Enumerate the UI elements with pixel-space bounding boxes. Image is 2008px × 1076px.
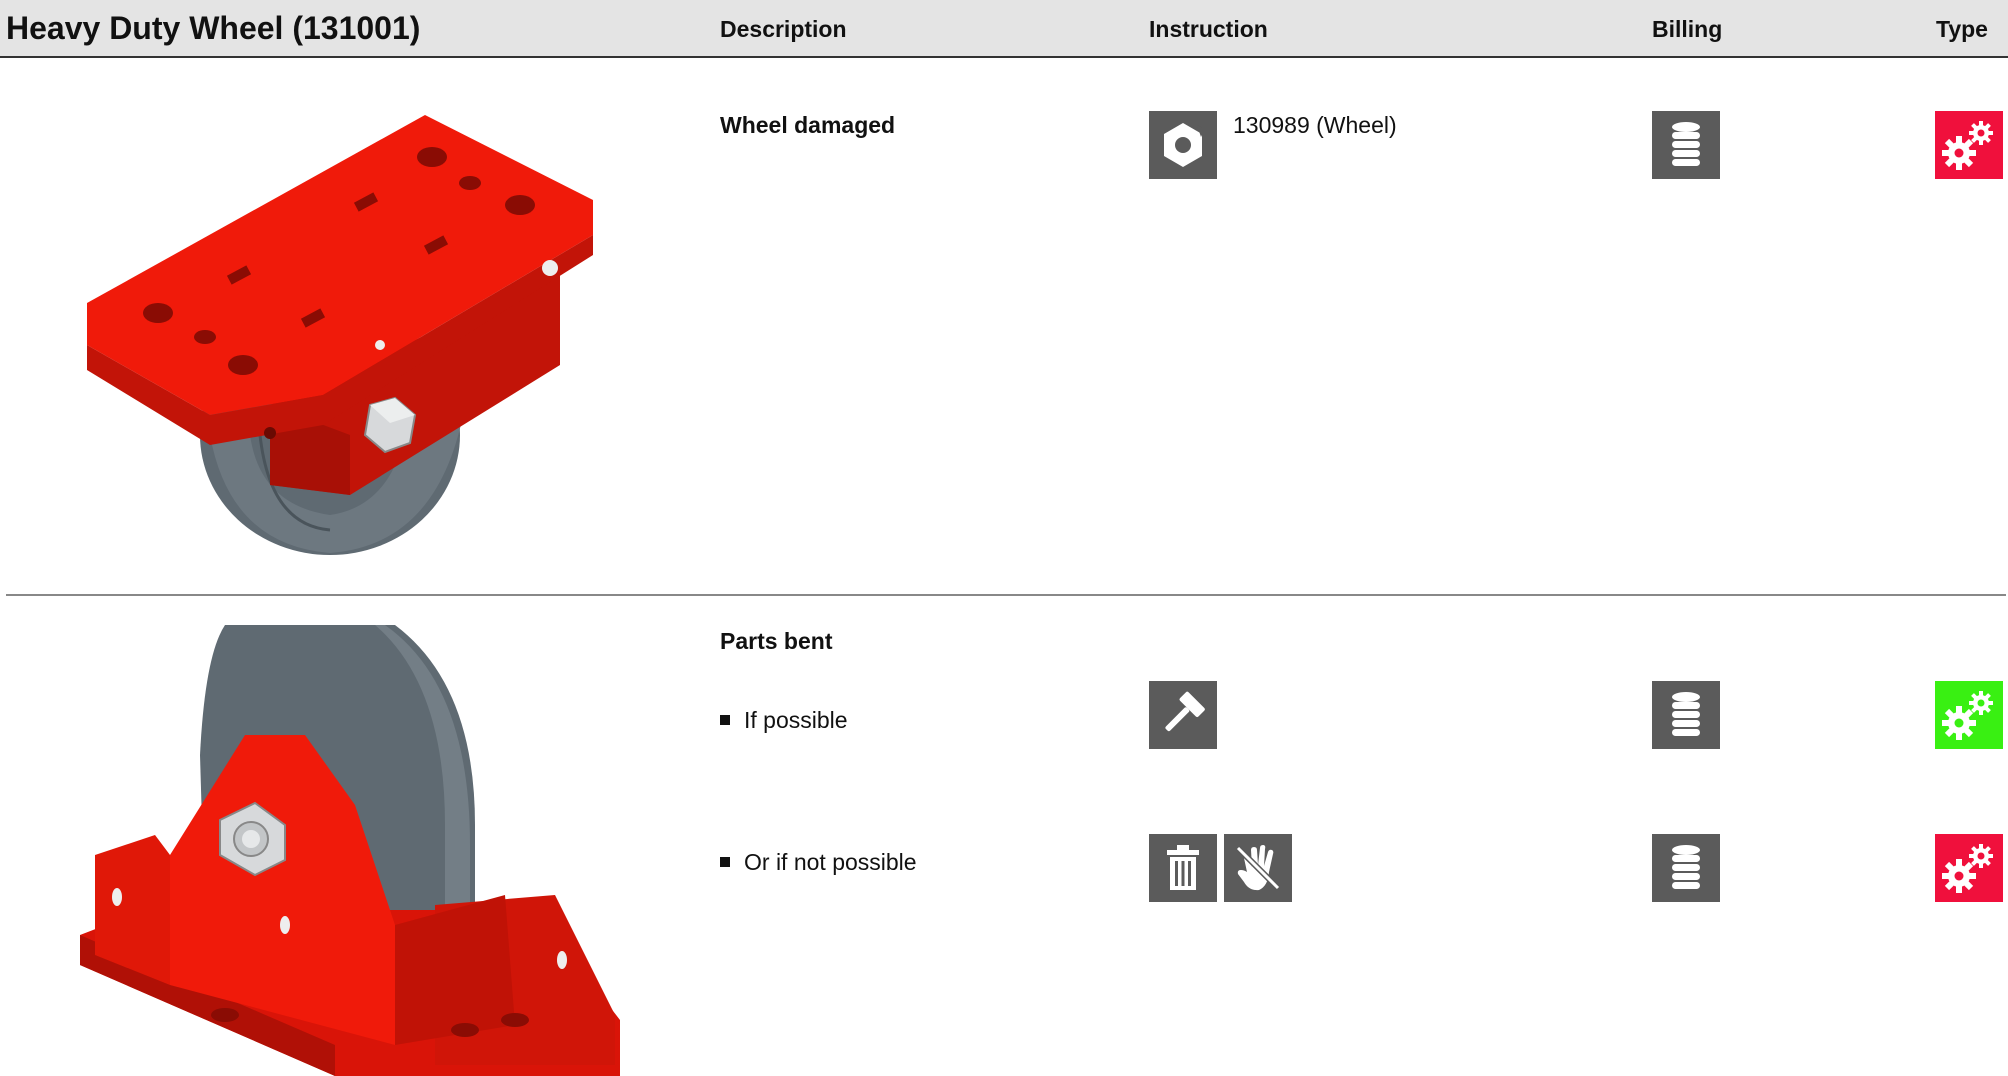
- wheel-damaged-illustration: [87, 115, 593, 555]
- parts-bent-illustration: [80, 625, 620, 1076]
- column-header-description: Description: [720, 16, 847, 42]
- nut-icon: [1149, 111, 1217, 179]
- gears-icon: [1935, 834, 2003, 902]
- gears-icon: [1935, 111, 2003, 179]
- coin-stack-icon: [1652, 111, 1720, 179]
- row-description: Wheel damaged: [720, 112, 896, 138]
- row-description: Parts bent: [720, 628, 833, 654]
- table-header: Heavy Duty Wheel (131001) Description In…: [0, 0, 2008, 58]
- gears-icon: [1935, 681, 2003, 749]
- trash-icon: [1149, 834, 1217, 902]
- coin-stack-icon: [1652, 834, 1720, 902]
- hammer-icon: [1149, 681, 1217, 749]
- column-header-instruction: Instruction: [1149, 16, 1268, 42]
- column-header-billing: Billing: [1652, 16, 1723, 42]
- option-if-possible: If possible: [720, 707, 848, 734]
- page-title: Heavy Duty Wheel (131001): [6, 10, 421, 46]
- bullet-square: [720, 857, 730, 867]
- option-label: Or if not possible: [744, 849, 917, 875]
- option-label: If possible: [744, 707, 848, 733]
- no-hand-icon: [1224, 834, 1292, 902]
- column-header-type: Type: [1936, 16, 1988, 42]
- coin-stack-icon: [1652, 681, 1720, 749]
- bullet-square: [720, 715, 730, 725]
- option-if-not-possible: Or if not possible: [720, 849, 917, 876]
- replacement-part-number: 130989 (Wheel): [1233, 112, 1397, 138]
- row-divider: [6, 594, 2006, 596]
